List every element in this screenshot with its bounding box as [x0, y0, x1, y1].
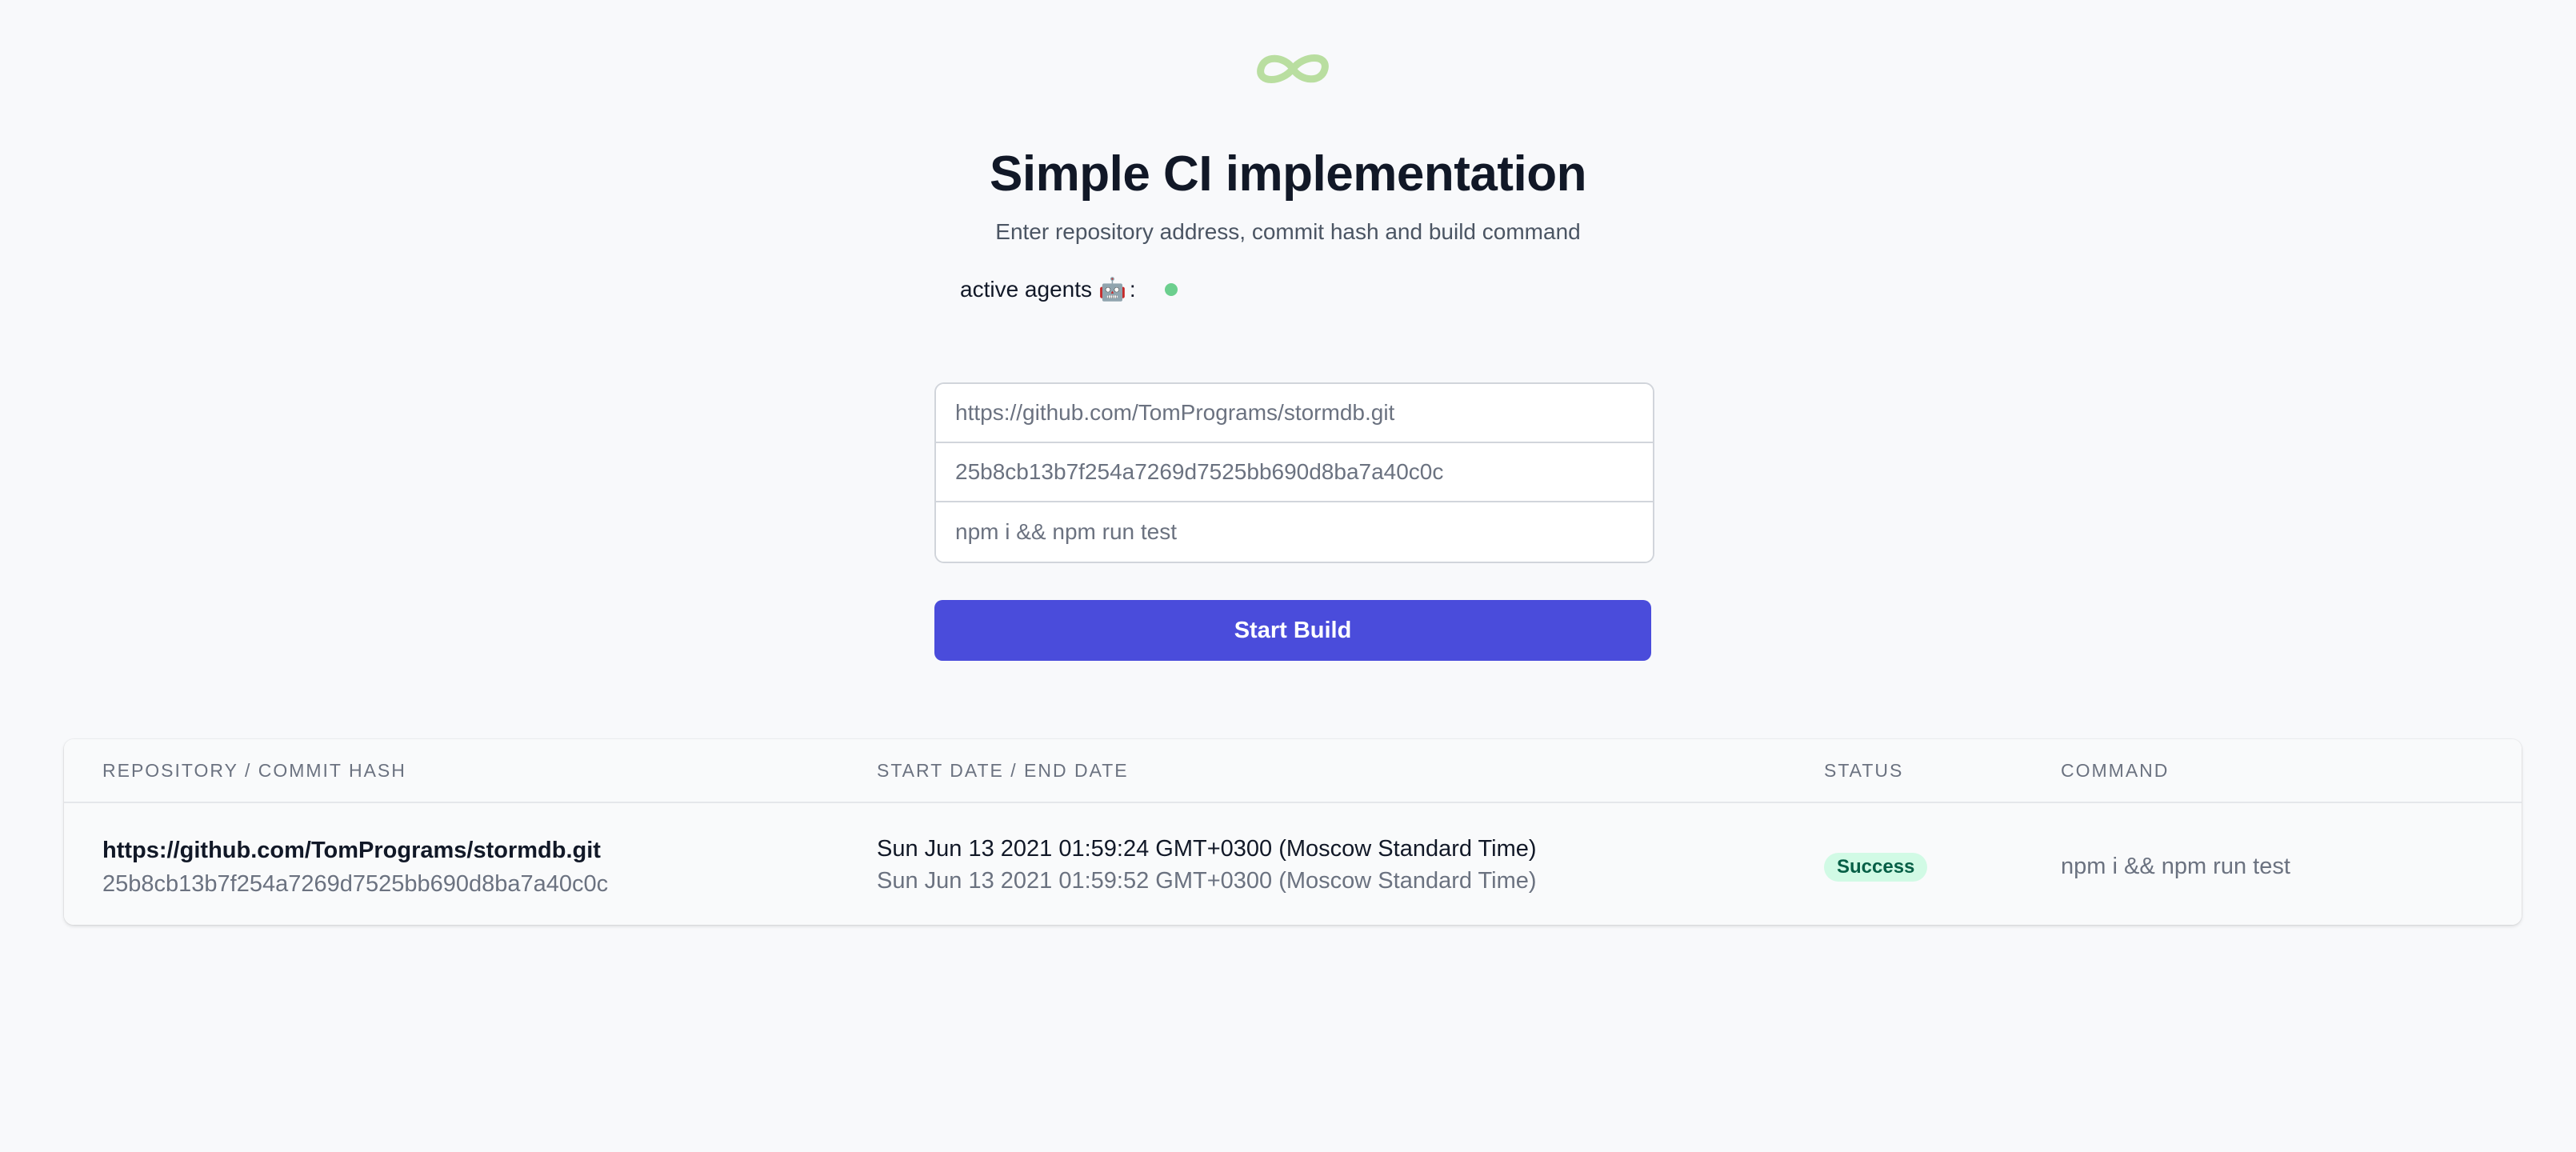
status-badge: Success — [1824, 853, 1928, 882]
column-header-repository: Repository / Commit hash — [102, 760, 406, 781]
table-row[interactable]: https://github.com/TomPrograms/stormdb.g… — [64, 803, 2522, 925]
page-title: Simple CI implementation — [990, 146, 1586, 202]
column-header-dates: Start date / End date — [877, 760, 1129, 781]
active-agents-indicator: active agents 🤖 : — [960, 274, 1178, 306]
commit-hash: 25b8cb13b7f254a7269d7525bb690d8ba7a40c0c — [102, 871, 609, 897]
infinity-icon — [1257, 54, 1329, 83]
commit-hash-input[interactable] — [936, 443, 1653, 502]
build-form — [934, 382, 1654, 563]
repository-url: https://github.com/TomPrograms/stormdb.g… — [102, 838, 601, 863]
robot-icon: 🤖 — [1098, 277, 1126, 302]
page-subtitle: Enter repository address, commit hash an… — [995, 219, 1581, 244]
end-date: Sun Jun 13 2021 01:59:52 GMT+0300 (Mosco… — [877, 868, 1537, 894]
column-header-command: Command — [2061, 760, 2170, 781]
builds-table-header: Repository / Commit hash Start date / En… — [64, 739, 2522, 803]
start-build-button[interactable]: Start Build — [934, 600, 1651, 661]
column-header-status: Status — [1824, 760, 1904, 781]
start-date: Sun Jun 13 2021 01:59:24 GMT+0300 (Mosco… — [877, 836, 1537, 862]
builds-table: Repository / Commit hash Start date / En… — [64, 739, 2522, 925]
build-command-input[interactable] — [936, 502, 1653, 562]
repository-input[interactable] — [936, 384, 1653, 443]
agent-status-dot — [1164, 283, 1178, 296]
build-command: npm i && npm run test — [2061, 854, 2290, 879]
active-agents-separator: : — [1129, 277, 1136, 302]
active-agents-label: active agents — [960, 277, 1092, 302]
